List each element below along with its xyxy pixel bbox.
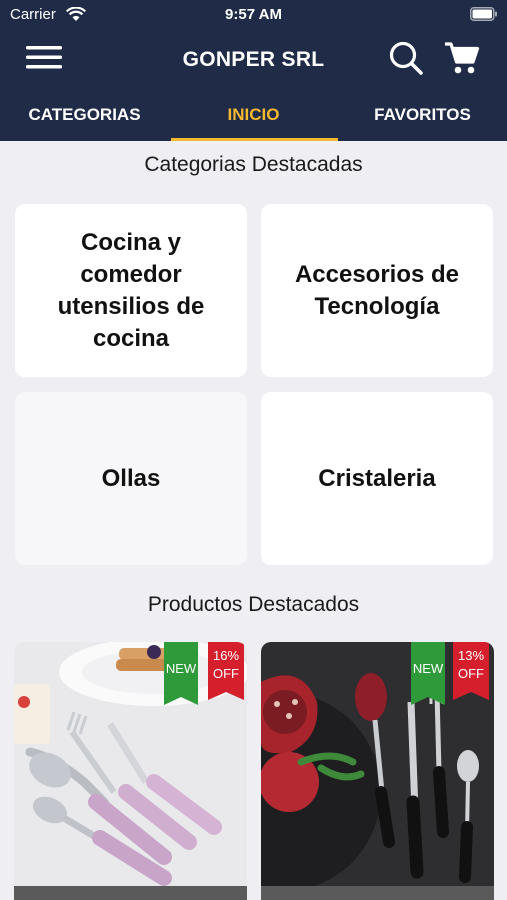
category-card-ollas[interactable]: Ollas xyxy=(15,392,247,565)
new-badge: NEW xyxy=(164,642,198,705)
battery-icon xyxy=(470,7,497,21)
discount-badge: 16% OFF xyxy=(208,642,244,700)
product-card-footer xyxy=(14,886,247,900)
discount-off-label: OFF xyxy=(213,666,239,681)
top-tabs: CATEGORIAS INICIO FAVORITOS xyxy=(0,96,507,141)
product-card-1[interactable]: NEW 16% OFF xyxy=(14,642,247,900)
discount-badge: 13% OFF xyxy=(453,642,489,700)
category-card-cocina[interactable]: Cocina y comedor utensilios de cocina xyxy=(15,204,247,377)
discount-percent: 16% xyxy=(212,648,240,663)
new-badge: NEW xyxy=(411,642,445,705)
tab-categorias[interactable]: CATEGORIAS xyxy=(0,96,169,141)
featured-products-title: Productos Destacados xyxy=(147,593,360,616)
search-icon[interactable] xyxy=(388,40,424,78)
product-card-2[interactable]: NEW 13% OFF xyxy=(261,642,494,900)
product-card-footer xyxy=(261,886,494,900)
status-bar: Carrier 9:57 AM xyxy=(0,0,507,30)
discount-off-label: OFF xyxy=(458,666,484,681)
status-time: 9:57 AM xyxy=(225,6,282,23)
category-card-tecnologia[interactable]: Accesorios de Tecnología xyxy=(261,204,493,377)
category-label: Accesorios de Tecnología xyxy=(294,260,460,320)
tab-inicio[interactable]: INICIO xyxy=(169,96,338,141)
featured-categories-title: Categorias Destacadas xyxy=(144,153,363,176)
discount-percent: 13% xyxy=(457,648,485,663)
category-label: Ollas xyxy=(101,464,161,492)
category-label: Cristaleria xyxy=(318,464,436,492)
tab-favoritos[interactable]: FAVORITOS xyxy=(338,96,507,141)
app-header: Carrier 9:57 AM GONPER SRL CATEGORIAS IN… xyxy=(0,0,507,141)
active-tab-indicator xyxy=(171,138,338,141)
category-card-cristaleria[interactable]: Cristaleria xyxy=(261,392,493,565)
nav-bar: GONPER SRL xyxy=(0,30,507,88)
cart-icon[interactable] xyxy=(444,40,480,78)
app-title: GONPER SRL xyxy=(182,48,325,71)
category-label: Cocina y comedor utensilios de cocina xyxy=(57,228,205,352)
